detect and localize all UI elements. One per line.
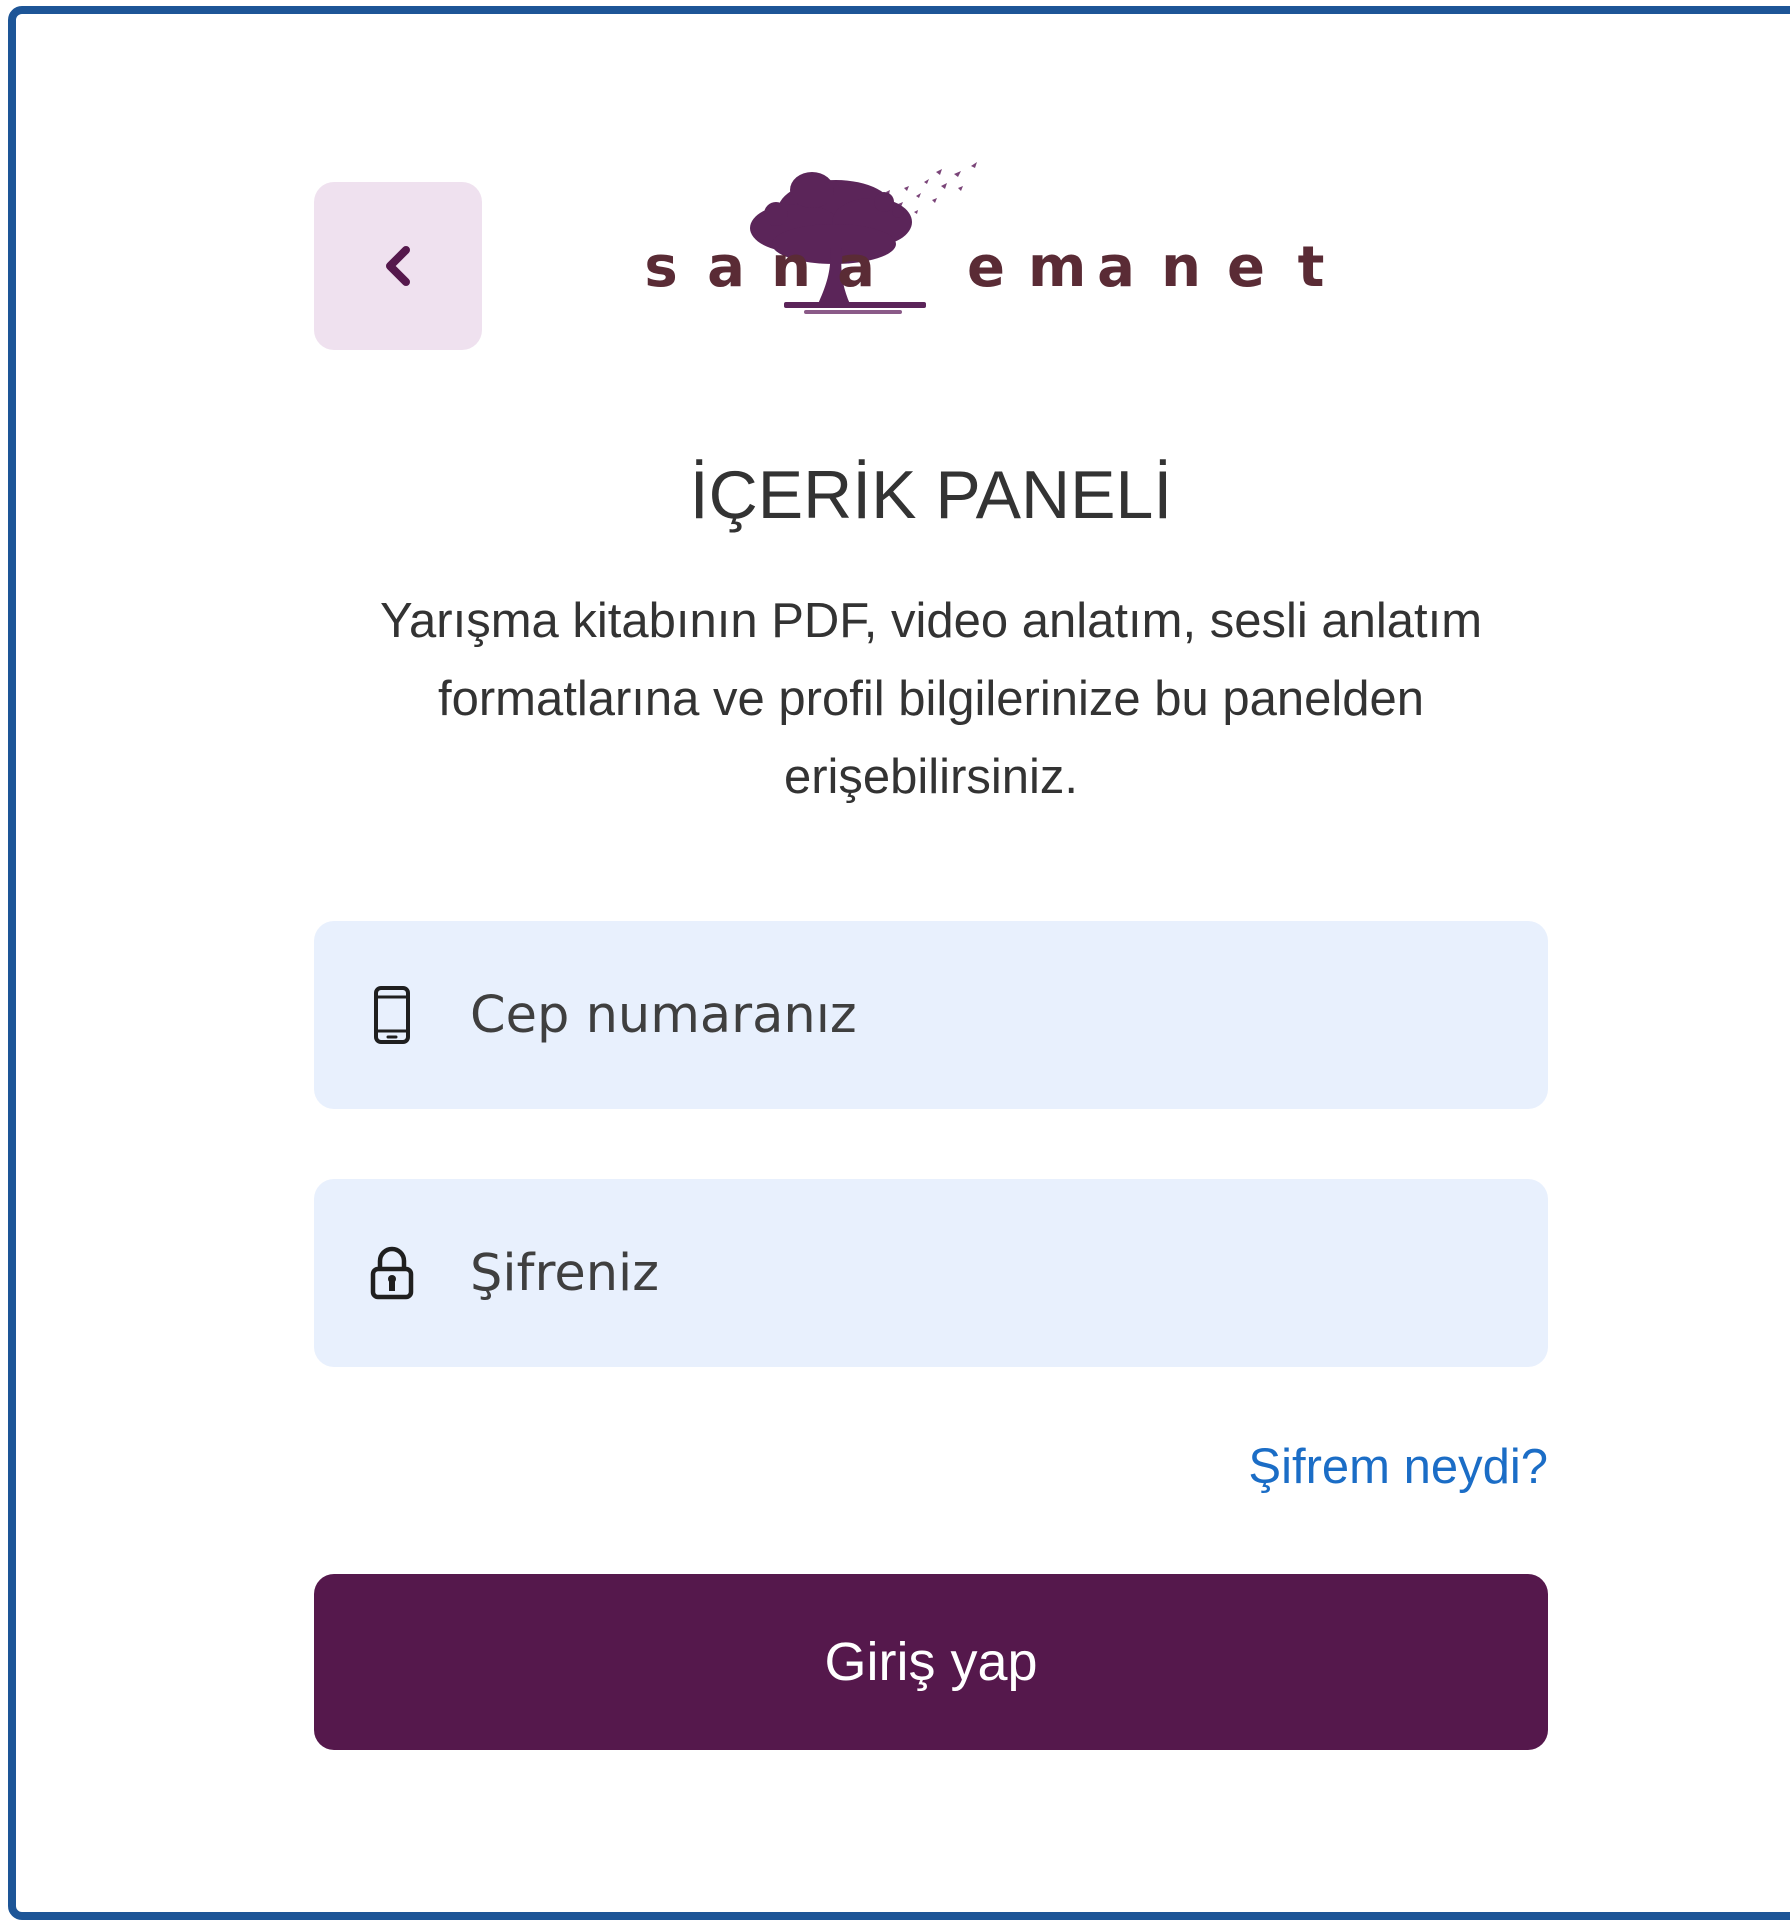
logo-wordmark: s a n a e m a n e t [636, 240, 1336, 296]
page-description: Yarışma kitabının PDF, video anlatım, se… [379, 594, 1483, 804]
logo-letter: s [644, 235, 678, 300]
phone-input[interactable] [470, 965, 1470, 1065]
lock-icon [360, 1245, 424, 1301]
logo-letter: e [967, 235, 1005, 300]
page-title: İÇERİK PANELİ [689, 457, 1173, 533]
logo-letter: e [1227, 235, 1265, 300]
logo-letter: n [1161, 235, 1201, 300]
login-card: s a n a e m a n e t İÇERİK PANELİ Yarışm… [8, 6, 1790, 1920]
chevron-left-icon [386, 246, 410, 286]
password-field[interactable] [314, 1179, 1548, 1367]
logo-letter: a [707, 235, 745, 300]
logo-letter: t [1297, 235, 1325, 300]
logo-letter: a [837, 235, 875, 300]
phone-field[interactable] [314, 921, 1548, 1109]
password-input[interactable] [470, 1223, 1470, 1323]
sanaemanet-logo: s a n a e m a n e t [636, 152, 1336, 322]
back-button[interactable] [314, 182, 482, 350]
logo-letter: m [1028, 235, 1087, 300]
logo-letter: a [1097, 235, 1135, 300]
logo-letter: n [771, 235, 811, 300]
logo-letter [898, 240, 944, 296]
login-button[interactable]: Giriş yap [314, 1574, 1548, 1750]
forgot-password-link[interactable]: Şifrem neydi? [1116, 1439, 1548, 1495]
mobile-phone-icon [360, 985, 424, 1045]
